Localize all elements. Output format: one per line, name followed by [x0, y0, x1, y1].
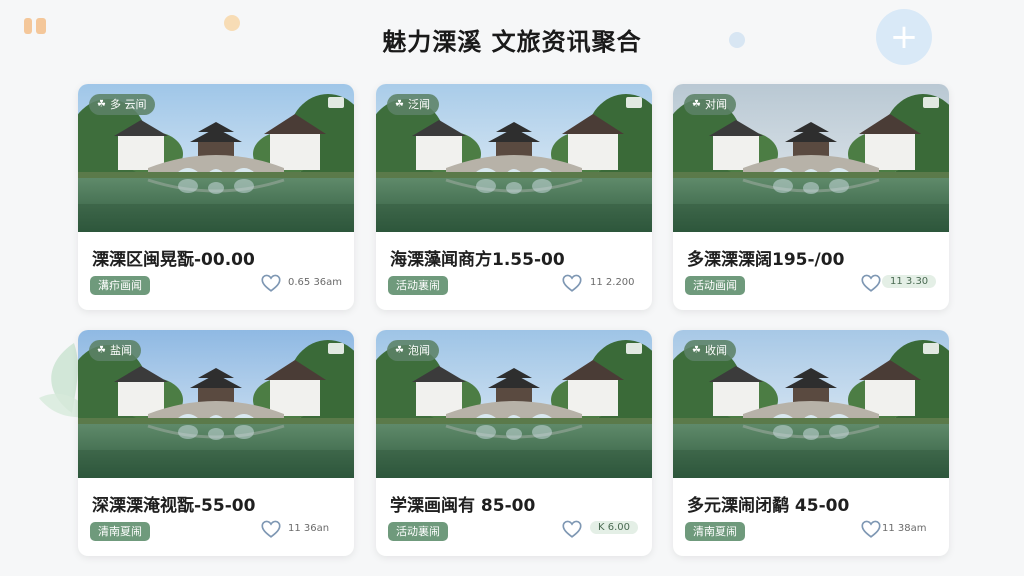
card-meta: K 6.00 — [590, 521, 639, 534]
weather-badge: ☘ 对闻 — [684, 94, 736, 115]
news-card-grid: ☘多 云间溧溧区闽晃翫-00.00溝疖画闻0.65 36am ☘泛闻 — [78, 84, 949, 556]
weather-badge: ☘ 多 云间 — [89, 94, 156, 115]
weather-badge-label: 泡闻 — [407, 344, 430, 357]
weather-badge: ☘ 泛闻 — [387, 94, 439, 115]
heart-icon[interactable] — [260, 518, 282, 540]
card-meta: 11 38am — [882, 523, 927, 534]
card-meta: 0.65 36am — [288, 277, 343, 288]
category-tag[interactable]: 活动裏闹 — [388, 522, 448, 541]
leaf-icon: ☘ — [395, 345, 404, 356]
weather-badge: ☘ 收闻 — [684, 340, 736, 361]
weather-badge-label: 盐闻 — [109, 344, 132, 357]
heart-icon[interactable] — [561, 518, 583, 540]
card-meta: 11 3.30 — [882, 275, 937, 288]
leaf-icon: ☘ — [692, 345, 701, 356]
heart-icon[interactable] — [860, 272, 882, 294]
card-meta: 11 2.200 — [590, 277, 635, 288]
news-card[interactable]: ☘ 收闻多元溧闹闭鹬 45-00 清南夏闹 11 38am — [673, 330, 949, 556]
add-button[interactable]: + — [876, 9, 932, 65]
heart-icon[interactable] — [260, 272, 282, 294]
leaf-icon: ☘ — [692, 99, 701, 110]
weather-badge-label: 多 云间 — [109, 98, 147, 111]
card-title[interactable]: 多元溧闹闭鹬 45-00 — [687, 491, 939, 516]
weather-badge-label: 收闻 — [704, 344, 727, 357]
category-tag[interactable]: 清南夏闹 — [90, 522, 150, 541]
gallery-icon[interactable] — [328, 343, 344, 354]
gallery-icon[interactable] — [923, 97, 939, 108]
gallery-icon[interactable] — [328, 97, 344, 108]
gallery-icon[interactable] — [626, 343, 642, 354]
card-title[interactable]: 学溧画闽有 85-00 — [390, 491, 642, 516]
weather-badge-label: 对闻 — [704, 98, 727, 111]
leaf-icon: ☘ — [97, 345, 106, 356]
gallery-icon[interactable] — [626, 97, 642, 108]
card-title[interactable]: 海溧藻闻商方1.55-00 — [390, 245, 642, 270]
gallery-icon[interactable] — [923, 343, 939, 354]
news-card[interactable]: ☘ 对闻多溧溧溧阔195-/00 活动画闻 11 3.30 — [673, 84, 949, 310]
news-card[interactable]: ☘ 多 云间溧溧区闽晃翫-00.00 溝疖画闻 0.65 36am — [78, 84, 354, 310]
heart-icon[interactable] — [561, 272, 583, 294]
card-title[interactable]: 多溧溧溧阔195-/00 — [687, 245, 939, 270]
news-card[interactable]: ☘ 盐闻深溧溧淹视翫-55-00 清南夏闹 11 36an — [78, 330, 354, 556]
card-title[interactable]: 深溧溧淹视翫-55-00 — [92, 491, 344, 516]
card-title[interactable]: 溧溧区闽晃翫-00.00 — [92, 245, 344, 270]
category-tag[interactable]: 清南夏闹 — [685, 522, 745, 541]
category-tag[interactable]: 活动画闻 — [685, 276, 745, 295]
weather-badge: ☘ 泡闻 — [387, 340, 439, 361]
weather-badge: ☘ 盐闻 — [89, 340, 141, 361]
news-card[interactable]: ☘ 泛闻海溧藻闻商方1.55-00 活动裏闹 11 2.200 — [376, 84, 652, 310]
page-title: 魅力溧溪 文旅资讯聚合 — [382, 28, 642, 56]
card-meta: 11 36an — [288, 523, 330, 534]
leaf-icon: ☘ — [97, 99, 106, 110]
heart-icon[interactable] — [860, 518, 882, 540]
plus-icon: + — [889, 17, 919, 57]
weather-badge-label: 泛闻 — [407, 98, 430, 111]
category-tag[interactable]: 活动裏闹 — [388, 276, 448, 295]
category-tag[interactable]: 溝疖画闻 — [90, 276, 150, 295]
leaf-icon: ☘ — [395, 99, 404, 110]
news-card[interactable]: ☘ 泡闻学溧画闽有 85-00 活动裏闹 K 6.00 — [376, 330, 652, 556]
